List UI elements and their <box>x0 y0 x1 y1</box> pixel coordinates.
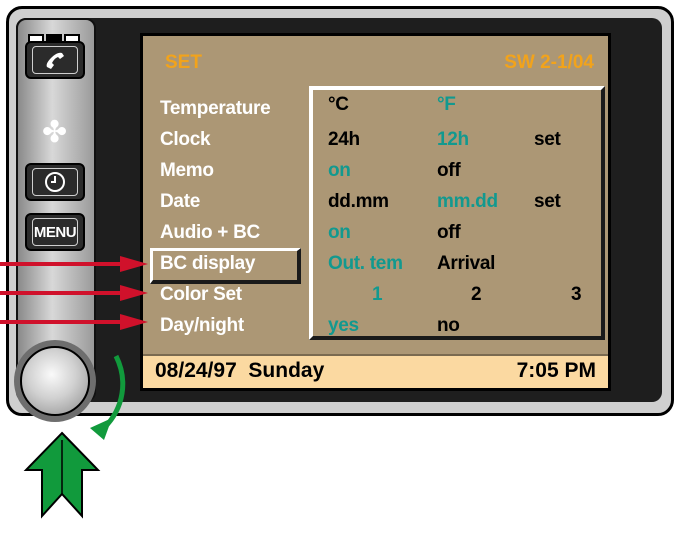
red-arrow-day-night <box>0 314 148 330</box>
green-rotate-arrow <box>90 354 126 440</box>
red-arrow-color-set <box>0 285 148 301</box>
green-push-arrow <box>23 431 101 519</box>
red-arrow-bc-display <box>0 256 148 272</box>
annotation-overlay <box>0 256 148 519</box>
